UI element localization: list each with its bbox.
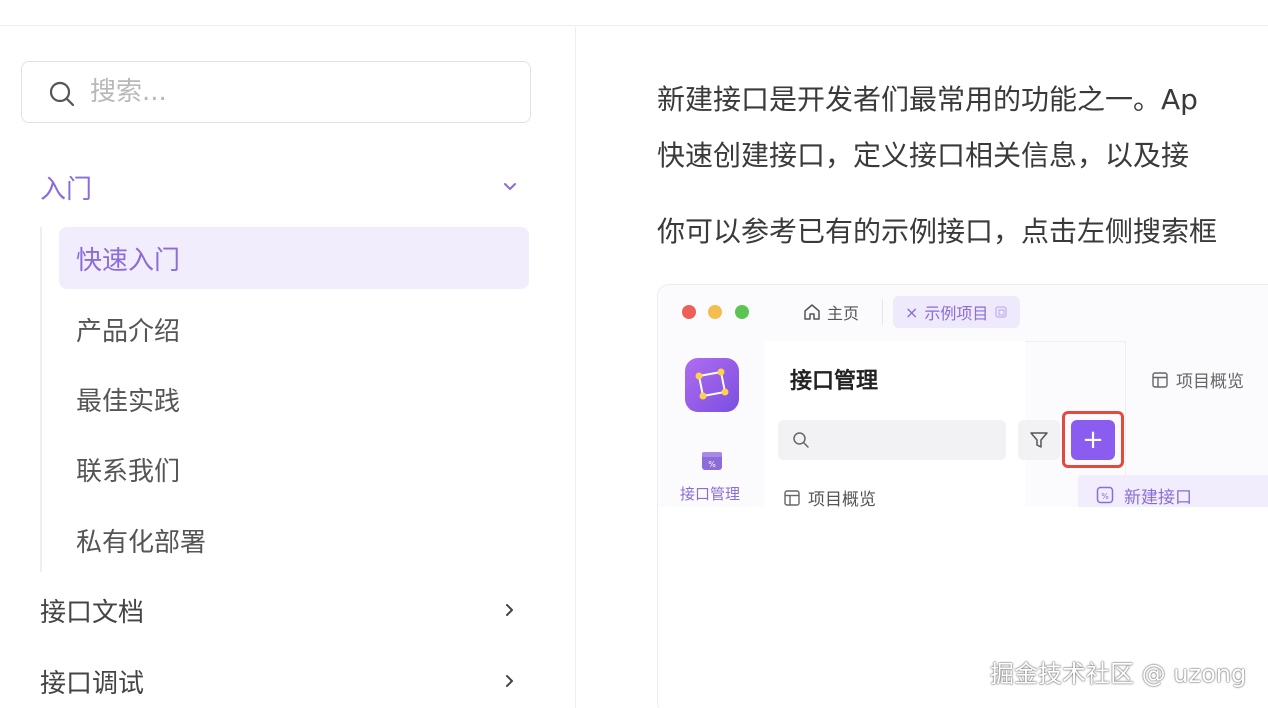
getting-started-sublist: 快速入门 产品介绍 最佳实践 联系我们 私有化部署 — [40, 227, 530, 572]
chevron-right-icon — [506, 675, 513, 687]
main-content: 新建接口是开发者们最常用的功能之一。Ap 快速创建接口，定义接口相关信息，以及接… — [577, 27, 1268, 708]
sidebar-item-private-deploy[interactable]: 私有化部署 — [59, 509, 529, 571]
chevron-down-icon — [504, 183, 516, 190]
content-paragraph-line: 新建接口是开发者们最常用的功能之一。Ap — [657, 83, 1198, 116]
api-icon: % — [1096, 486, 1114, 504]
sidebar-item-quick-start[interactable]: 快速入门 — [59, 227, 529, 289]
sidebar-item-best-practices[interactable]: 最佳实践 — [59, 368, 529, 430]
chevron-right-icon — [506, 604, 513, 616]
layout-icon — [1152, 371, 1168, 388]
window-close-dot — [682, 305, 696, 319]
sidebar-item-contact-us[interactable]: 联系我们 — [59, 438, 529, 500]
filter-icon — [1030, 432, 1048, 448]
panel-title: 接口管理 — [790, 369, 879, 394]
svg-text:%: % — [1101, 492, 1109, 501]
close-icon: × — [905, 302, 919, 322]
watermark: 掘金技术社区 @ uzong — [990, 660, 1247, 688]
side-nav-label: 接口管理 — [680, 485, 741, 503]
search-icon — [49, 81, 75, 107]
sidebar-item-product-intro[interactable]: 产品介绍 — [59, 298, 529, 360]
app-logo-icon — [685, 358, 739, 412]
sidebar: 入门 快速入门 产品介绍 最佳实践 联系我们 私有化部署 接口文档 接口调试 — [0, 27, 576, 708]
api-manage-icon: % — [702, 452, 722, 470]
window-minimize-dot — [708, 305, 722, 319]
tab-example-project: × 示例项目 — [893, 296, 1021, 328]
window-maximize-dot — [735, 305, 749, 319]
open-external-icon — [995, 306, 1008, 318]
nav-section-api-debug[interactable]: 接口调试 — [40, 656, 520, 706]
content-paragraph-line: 你可以参考已有的示例接口，点击左侧搜索框 — [657, 215, 1218, 248]
nav-section-api-docs[interactable]: 接口文档 — [40, 585, 520, 635]
api-search-input — [778, 420, 1006, 460]
tab-divider — [882, 299, 883, 325]
add-api-button: + — [1071, 420, 1115, 460]
nav-section-label: 入门 — [40, 174, 93, 205]
search-input[interactable] — [90, 72, 510, 112]
search-box[interactable] — [21, 61, 531, 123]
filter-button — [1018, 420, 1060, 460]
tab-home: 主页 — [803, 298, 859, 326]
layout-icon — [784, 489, 800, 506]
svg-text:%: % — [708, 460, 716, 469]
search-icon — [793, 432, 809, 448]
content-paragraph-line: 快速创建接口，定义接口相关信息，以及接 — [657, 139, 1190, 172]
top-bar — [0, 0, 1268, 26]
embedded-app-screenshot: 主页 × 示例项目 % 接口管理 接口管理 项目概览 + 项目概览 % 新建接口 — [657, 284, 1268, 708]
nav-section-label: 接口文档 — [40, 597, 145, 628]
nav-section-getting-started[interactable]: 入门 — [40, 162, 520, 212]
nav-section-label: 接口调试 — [40, 668, 145, 699]
tab-project-overview: 项目概览 — [1152, 367, 1244, 392]
home-icon — [804, 304, 820, 320]
